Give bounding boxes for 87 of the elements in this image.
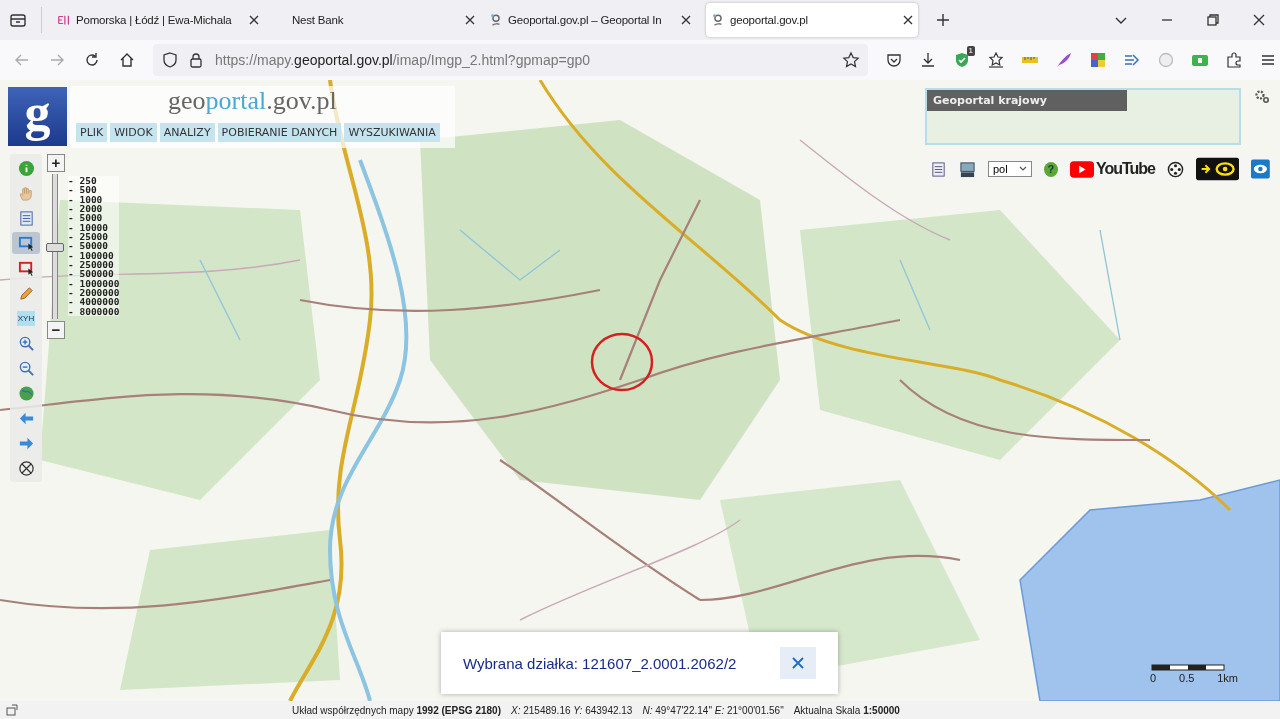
- new-tab-icon[interactable]: [934, 11, 952, 29]
- site-title[interactable]: geoportal.gov.pl: [168, 86, 337, 116]
- menu-item[interactable]: POBIERANIE DANYCH: [217, 123, 342, 142]
- scale-label[interactable]: - 25000: [68, 232, 120, 242]
- info-icon: [17, 159, 35, 177]
- eye-icon[interactable]: [1251, 159, 1270, 179]
- zoom-out-button[interactable]: −: [47, 321, 65, 339]
- overview-title: Geoportal krajowy: [927, 90, 1127, 111]
- list-icon: [17, 209, 35, 227]
- menu-item[interactable]: ANALIZY: [159, 123, 215, 142]
- status-text: N: 49°47'22.14" E: 21°00'01.56": [642, 704, 784, 716]
- hand-icon: [17, 184, 35, 202]
- puzzle-icon[interactable]: [1225, 51, 1243, 69]
- lock-icon: [187, 51, 205, 69]
- menu-item[interactable]: WYSZUKIWANIA: [344, 123, 440, 142]
- browser-tab[interactable]: Nest Bank: [268, 3, 480, 37]
- scale-label[interactable]: - 100000: [68, 250, 120, 261]
- status-text: X: 215489.16 Y: 643942.13: [511, 704, 633, 716]
- scale-bar-label: 1km: [1217, 672, 1238, 684]
- close-tab-icon[interactable]: [681, 15, 691, 25]
- scale-label[interactable]: - 500000: [68, 269, 120, 279]
- feather-icon[interactable]: [1055, 51, 1073, 69]
- globe-icon: [17, 384, 35, 402]
- download-icon[interactable]: [919, 51, 937, 69]
- shield-icon: [161, 51, 179, 69]
- reload-icon[interactable]: [83, 51, 101, 69]
- pocket-icon[interactable]: [885, 51, 903, 69]
- browser-tab[interactable]: geoportal.gov.pl: [706, 3, 918, 37]
- menu-item[interactable]: PLIK: [76, 123, 108, 142]
- browser-tab[interactable]: Pomorska | Łódź | Ewa-Michala: [52, 3, 264, 37]
- select-rectangle-icon: [17, 259, 35, 277]
- scale-label[interactable]: - 1000: [68, 194, 120, 205]
- help-button[interactable]: ?: [1043, 161, 1058, 177]
- eye-arrow-button[interactable]: [1196, 157, 1240, 181]
- zoom-out-icon: [17, 359, 35, 377]
- notification-text: Wybrana działka: 121607_2.0001.2062/2: [463, 654, 737, 672]
- close-tab-icon[interactable]: [903, 15, 913, 25]
- monitor-icon[interactable]: [959, 160, 976, 178]
- geoportal-logo-icon: [489, 13, 503, 27]
- tab-list-icon[interactable]: [9, 11, 27, 29]
- scale-label[interactable]: - 250: [68, 176, 120, 186]
- colorful-grid-icon[interactable]: [1089, 51, 1107, 69]
- scale-label[interactable]: - 500: [68, 185, 120, 195]
- scale-label[interactable]: - 2000: [68, 204, 120, 214]
- close-tab-icon[interactable]: [249, 15, 259, 25]
- scale-label[interactable]: - 2000000: [68, 288, 120, 298]
- zoom-in-button[interactable]: +: [47, 154, 65, 172]
- window-corner-icon[interactable]: [6, 704, 18, 716]
- bookmark-star-icon[interactable]: [842, 51, 860, 69]
- language-select[interactable]: pol: [988, 161, 1032, 177]
- close-tab-icon[interactable]: [465, 15, 475, 25]
- scale-bar-label: 0.5: [1179, 672, 1195, 684]
- status-text: Układ współrzędnych mapy 1992 (EPSG 2180): [292, 704, 501, 716]
- scale-label[interactable]: - 8000000: [68, 306, 120, 317]
- scale-label[interactable]: - 50000: [68, 241, 120, 251]
- list-icon[interactable]: [930, 160, 947, 178]
- notification-badge: 1: [966, 46, 975, 56]
- scale-label[interactable]: - 4000000: [68, 297, 120, 307]
- scale-label[interactable]: - 5000: [68, 213, 120, 223]
- slider-thumb[interactable]: [46, 242, 64, 252]
- site-logo-icon: [57, 13, 71, 27]
- geoportal-logo[interactable]: g: [8, 87, 67, 146]
- zoom-in-icon: [17, 334, 35, 352]
- caret-icon: [1018, 166, 1027, 172]
- star-tray-icon[interactable]: [987, 51, 1005, 69]
- browser-tab[interactable]: Geoportal.gov.pl – Geoportal In: [484, 3, 696, 37]
- status-text: Aktualna Skala 1:50000: [793, 704, 900, 716]
- youtube-link[interactable]: YouTube: [1069, 160, 1155, 178]
- scale-label[interactable]: - 10000: [68, 222, 120, 233]
- geoportal-logo-icon: [711, 13, 725, 27]
- scale-label[interactable]: - 250000: [68, 260, 120, 270]
- overview-map[interactable]: Geoportal krajowy: [925, 88, 1241, 145]
- close-icon: [792, 657, 804, 669]
- home-icon[interactable]: [118, 51, 136, 69]
- close-button[interactable]: [780, 647, 816, 679]
- scale-label[interactable]: - 1000000: [68, 278, 120, 289]
- restore-icon[interactable]: [1204, 11, 1222, 29]
- crosshair-icon: [17, 459, 35, 477]
- pencil-icon: [17, 284, 35, 302]
- film-reel-icon[interactable]: [1167, 160, 1184, 178]
- scale-bar-label: 0: [1150, 672, 1157, 684]
- menu-item[interactable]: WIDOK: [110, 123, 157, 142]
- address-bar[interactable]: https://mapy.geoportal.gov.pl/imap/Imgp_2.html?gpmap=gp0: [153, 44, 868, 76]
- play-icon: [1069, 160, 1094, 178]
- shield-check-icon[interactable]: [953, 51, 971, 69]
- settings-icon[interactable]: [1254, 88, 1270, 104]
- select-rectangle-icon: [17, 234, 35, 252]
